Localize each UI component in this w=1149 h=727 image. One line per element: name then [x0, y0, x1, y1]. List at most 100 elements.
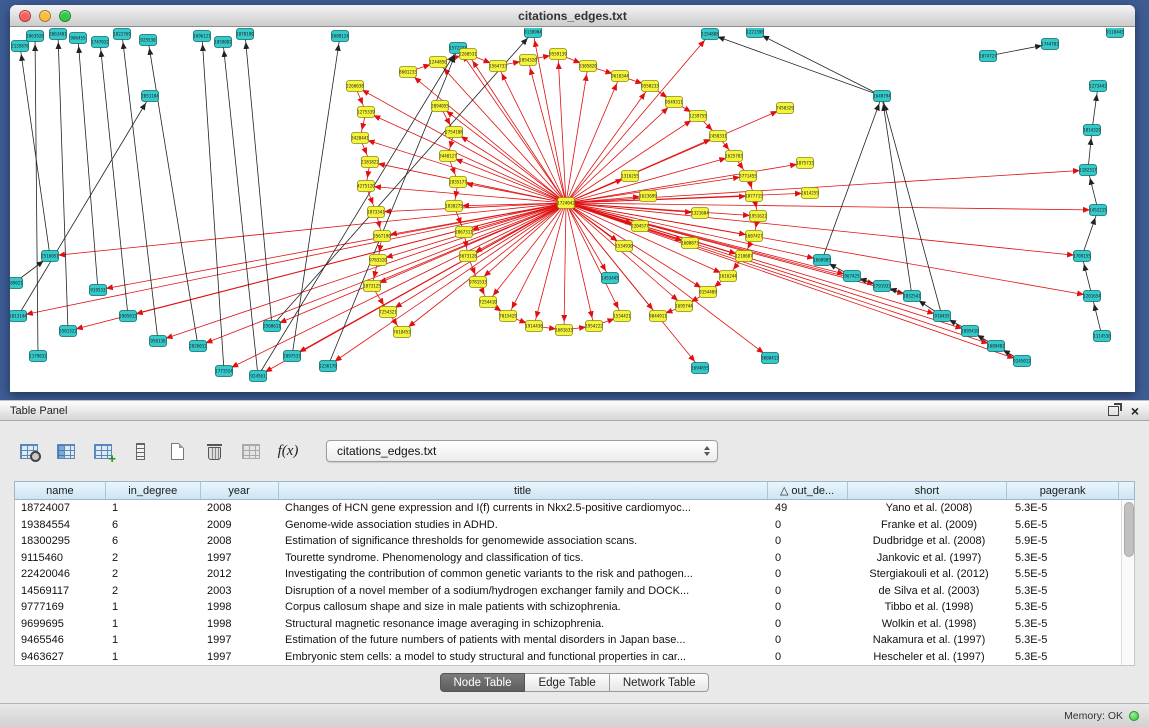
graph-node[interactable]: 1239755 — [689, 111, 707, 122]
graph-node[interactable]: 2450331 — [709, 131, 727, 142]
graph-edge[interactable] — [566, 116, 698, 203]
table-cell[interactable]: 2012 — [201, 566, 279, 583]
graph-edge[interactable] — [68, 203, 566, 331]
graph-edge[interactable] — [822, 96, 882, 260]
table-row[interactable]: 946362711997Embryonic stem cells: a mode… — [15, 649, 1121, 666]
table-cell[interactable]: Tibbo et al. (1998) — [849, 599, 1009, 616]
float-panel-icon[interactable] — [1108, 406, 1119, 416]
graph-node[interactable]: 2754188 — [445, 127, 463, 138]
graph-node[interactable]: 1648794 — [873, 91, 891, 102]
apply-table-button[interactable] — [238, 438, 264, 464]
close-panel-icon[interactable]: × — [1131, 404, 1139, 418]
graph-node[interactable]: 1623699 — [639, 191, 657, 202]
scrollbar-thumb[interactable] — [1124, 502, 1134, 557]
graph-node[interactable]: 1201654 — [1083, 291, 1101, 302]
zoom-window-button[interactable] — [59, 10, 71, 22]
table-cell[interactable]: 14569117 — [15, 583, 106, 600]
table-cell[interactable]: 9463627 — [15, 649, 106, 666]
graph-node[interactable]: 1695744 — [675, 301, 693, 312]
table-cell[interactable]: 0 — [769, 599, 849, 616]
table-row[interactable]: 1872400712008Changes of HCN gene express… — [15, 500, 1121, 517]
graph-edge[interactable] — [272, 203, 566, 326]
graph-node[interactable]: 1609482 — [987, 341, 1005, 352]
table-cell[interactable]: 5.3E-5 — [1009, 632, 1121, 649]
table-panel-header[interactable]: Table Panel × — [0, 400, 1149, 421]
graph-node[interactable]: 2094055 — [431, 101, 449, 112]
table-source-dropdown[interactable]: citations_edges.txt — [326, 440, 718, 462]
table-cell[interactable]: de Silva et al. (2003) — [849, 583, 1009, 600]
graph-node[interactable]: 1074727 — [979, 51, 997, 62]
graph-node[interactable]: 9783320 — [369, 255, 387, 266]
graph-node[interactable]: 1095410 — [961, 326, 979, 337]
graph-node[interactable]: 1863920 — [26, 31, 44, 42]
table-cell[interactable]: 1997 — [201, 632, 279, 649]
minimize-window-button[interactable] — [39, 10, 51, 22]
graph-node[interactable]: 967425 — [844, 271, 861, 282]
graph-node[interactable]: 4275120 — [357, 181, 375, 192]
table-row[interactable]: 946554611997Estimation of the future num… — [15, 632, 1121, 649]
graph-node[interactable]: 1114530 — [1093, 331, 1111, 342]
table-row[interactable]: 1456911722003Disruption of a novel membe… — [15, 583, 1121, 600]
graph-edge[interactable] — [1082, 256, 1092, 296]
graph-node[interactable]: 1873125 — [363, 281, 381, 292]
graph-node[interactable]: 7254410 — [479, 297, 497, 308]
tab-edge-table[interactable]: Edge Table — [525, 673, 609, 692]
graph-node[interactable]: 1179032 — [29, 351, 47, 362]
graph-node[interactable]: 8601233 — [399, 67, 417, 78]
graph-edge[interactable] — [755, 32, 882, 96]
graph-node[interactable]: 1724042 — [557, 198, 575, 209]
function-builder-button[interactable]: f(x) — [275, 438, 301, 464]
column-header-pagerank[interactable]: pagerank — [1007, 482, 1119, 499]
table-cell[interactable]: Jankovic et al. (1997) — [849, 550, 1009, 567]
table-cell[interactable]: 1998 — [201, 616, 279, 633]
graph-node[interactable]: 1316255 — [621, 171, 639, 182]
graph-node[interactable]: 7450329 — [776, 103, 794, 114]
graph-edge[interactable] — [1082, 210, 1098, 256]
graph-node[interactable]: 3008413 — [761, 353, 779, 364]
table-cell[interactable]: 5.3E-5 — [1009, 583, 1121, 600]
new-column-button[interactable] — [164, 438, 190, 464]
table-cell[interactable]: 0 — [769, 583, 849, 600]
table-cell[interactable]: 1997 — [201, 649, 279, 666]
graph-edge[interactable] — [122, 34, 158, 341]
graph-node[interactable]: 9245012 — [1013, 356, 1031, 367]
graph-node[interactable]: 9154409 — [699, 287, 717, 298]
table-cell[interactable]: 2 — [106, 583, 201, 600]
graph-node[interactable]: 1696121 — [193, 31, 211, 42]
graph-node[interactable]: 1668985 — [813, 255, 831, 266]
table-cell[interactable]: Franke et al. (2009) — [849, 517, 1009, 534]
graph-edge[interactable] — [882, 96, 912, 296]
graph-edge[interactable] — [1088, 130, 1092, 170]
graph-node[interactable]: 3771455 — [739, 171, 757, 182]
graph-node[interactable]: 1830275 — [445, 201, 463, 212]
graph-edge[interactable] — [18, 96, 150, 316]
graph-node[interactable]: 1182317 — [1079, 165, 1097, 176]
table-cell[interactable]: Estimation of the future numbers of pati… — [279, 632, 769, 649]
graph-node[interactable]: 9110443 — [1106, 28, 1124, 38]
table-cell[interactable]: 1 — [106, 500, 201, 517]
graph-edge[interactable] — [202, 36, 224, 371]
graph-node[interactable]: 1951622 — [749, 211, 767, 222]
column-header-name[interactable]: name — [15, 482, 106, 499]
table-cell[interactable]: 0 — [769, 649, 849, 666]
graph-node[interactable]: 1616244 — [719, 271, 737, 282]
table-cell[interactable]: 5.3E-5 — [1009, 599, 1121, 616]
graph-node[interactable]: 2097533 — [283, 351, 301, 362]
graph-node[interactable]: 919533 — [90, 285, 107, 296]
list-view-button[interactable] — [127, 438, 153, 464]
graph-node[interactable]: 1534930 — [615, 241, 633, 252]
column-header-year[interactable]: year — [201, 482, 279, 499]
delete-column-button[interactable] — [201, 438, 227, 464]
table-mode-button[interactable] — [16, 438, 42, 464]
graph-node[interactable]: 1681633 — [555, 325, 573, 336]
graph-edge[interactable] — [478, 203, 566, 282]
graph-edge[interactable] — [458, 48, 566, 203]
window-titlebar[interactable]: citations_edges.txt — [10, 5, 1135, 27]
network-graph[interactable]: 1863920206340190645521358761747032182276… — [10, 28, 1135, 391]
table-cell[interactable]: 5.3E-5 — [1009, 616, 1121, 633]
table-cell[interactable]: 9465546 — [15, 632, 106, 649]
graph-node[interactable]: 7254321 — [379, 307, 397, 318]
graph-edge[interactable] — [566, 66, 588, 203]
table-cell[interactable]: 9115460 — [15, 550, 106, 567]
table-cell[interactable]: 5.6E-5 — [1009, 517, 1121, 534]
